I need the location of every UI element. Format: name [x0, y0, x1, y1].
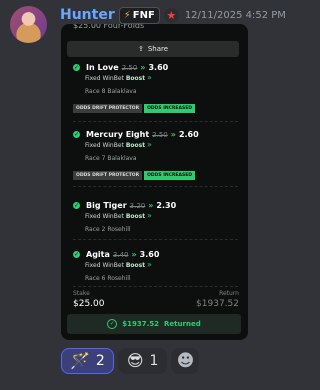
star-icon[interactable]: ★: [163, 7, 179, 23]
server-tag-label: FNF: [132, 9, 155, 21]
avatar[interactable]: [10, 6, 47, 43]
check-icon: ✓: [73, 131, 80, 138]
leg-title: ✓ Big Tiger 3.20 » 2.30: [73, 200, 243, 211]
server-tag[interactable]: ⚡ FNF: [118, 6, 160, 24]
leg-badges: ODDS DRIFT PROTECTOR ODDS INCREASED: [73, 171, 243, 180]
share-icon: ⇪: [137, 45, 144, 53]
stake-label: Stake: [73, 290, 90, 297]
badge-odds-increased: ODDS INCREASED: [144, 171, 196, 180]
divider: [73, 121, 238, 122]
badge-odds-increased: ODDS INCREASED: [144, 104, 196, 113]
bet-card-top-text: $25.00 Four-Folds: [73, 24, 145, 30]
badge-odds-drift-protector: ODDS DRIFT PROTECTOR: [73, 171, 143, 180]
bet-summary: Stake Return $25.00 $1937.52: [73, 290, 239, 312]
stake-value: $25.00: [73, 299, 105, 309]
leg-race: Race 2 Rosehill: [85, 226, 131, 233]
badge-odds-drift-protector: ODDS DRIFT PROTECTOR: [73, 104, 143, 113]
leg-race: Race 7 Balaklava: [85, 155, 137, 162]
bet-card-image[interactable]: $25.00 Four-Folds ⇪ Share ✓ In Love 2.50…: [61, 24, 248, 340]
message-header: Hunter ⚡ FNF ★ 12/11/2025 4:52 PM: [60, 6, 286, 24]
double-chevron-icon: »: [170, 130, 176, 139]
return-label: Return: [219, 290, 239, 297]
leg-bet-type: Fixed WinBet Boost »: [85, 211, 152, 220]
share-button[interactable]: ⇪ Share: [67, 41, 239, 57]
leg-new-odds: 3.60: [148, 63, 169, 72]
magic-wand-icon: 🪄: [70, 351, 90, 370]
leg-old-odds: 2.50: [152, 130, 168, 139]
lightning-icon: ⚡: [123, 9, 131, 21]
bet-leg: ✓ Mercury Eight 2.50 » 2.60 Fixed WinBet…: [73, 129, 243, 180]
returned-amount: $1937.52: [122, 320, 160, 328]
leg-race: Race 8 Balaklava: [85, 88, 137, 95]
double-chevron-icon: »: [147, 211, 152, 220]
check-icon: ✓: [73, 251, 80, 258]
check-icon: ✓: [73, 202, 80, 209]
timestamp: 12/11/2025 4:52 PM: [184, 9, 286, 21]
check-circle-icon: ✓: [107, 319, 118, 329]
returned-banner: ✓ $1937.52 Returned: [67, 314, 241, 334]
leg-selection: Mercury Eight: [86, 130, 150, 139]
leg-bet-type: Fixed WinBet Boost »: [85, 73, 152, 82]
reaction-count: 2: [95, 353, 105, 369]
share-label: Share: [147, 45, 169, 53]
leg-title: ✓ Agita 3.40 » 3.60: [73, 249, 243, 260]
divider: [73, 186, 238, 187]
return-value: $1937.52: [196, 299, 239, 309]
bet-leg: ✓ Agita 3.40 » 3.60 Fixed WinBet Boost »…: [73, 249, 243, 284]
reaction-count: 1: [149, 353, 159, 369]
double-chevron-icon: »: [148, 201, 154, 210]
leg-new-odds: 3.60: [139, 250, 160, 259]
leg-old-odds: 3.20: [129, 201, 146, 210]
double-chevron-icon: »: [131, 250, 137, 259]
divider: [73, 239, 238, 240]
double-chevron-icon: »: [147, 73, 152, 82]
leg-race: Race 6 Rosehill: [85, 275, 131, 282]
bet-leg: ✓ Big Tiger 3.20 » 2.30 Fixed WinBet Boo…: [73, 200, 243, 235]
add-reaction-button[interactable]: ☻: [171, 348, 200, 374]
leg-old-odds: 2.50: [121, 63, 138, 72]
leg-bet-type: Fixed WinBet Boost »: [85, 140, 152, 149]
leg-selection: In Love: [86, 63, 119, 72]
divider: [73, 286, 238, 287]
reaction-magic-wand[interactable]: 🪄 2: [61, 348, 114, 374]
leg-title: ✓ In Love 2.50 » 3.60: [73, 62, 243, 73]
add-reaction-icon: ☻: [176, 351, 195, 371]
leg-badges: ODDS DRIFT PROTECTOR ODDS INCREASED: [73, 104, 243, 113]
double-chevron-icon: »: [140, 63, 146, 72]
leg-selection: Agita: [86, 250, 110, 259]
reactions-bar: 🪄 2 😎 1 ☻: [61, 348, 200, 374]
sunglasses-face-icon: 😎: [126, 351, 144, 370]
leg-selection: Big Tiger: [86, 201, 127, 210]
leg-title: ✓ Mercury Eight 2.50 » 2.60: [73, 129, 243, 140]
returned-label: Returned: [164, 320, 201, 328]
double-chevron-icon: »: [147, 260, 152, 269]
leg-old-odds: 3.40: [112, 250, 129, 259]
leg-bet-type: Fixed WinBet Boost »: [85, 260, 152, 269]
leg-new-odds: 2.30: [156, 201, 177, 210]
reaction-sunglasses[interactable]: 😎 1: [117, 348, 168, 374]
check-icon: ✓: [73, 64, 80, 71]
bet-leg: ✓ In Love 2.50 » 3.60 Fixed WinBet Boost…: [73, 62, 243, 113]
username[interactable]: Hunter: [60, 7, 115, 23]
double-chevron-icon: »: [147, 140, 152, 149]
leg-new-odds: 2.60: [178, 130, 199, 139]
